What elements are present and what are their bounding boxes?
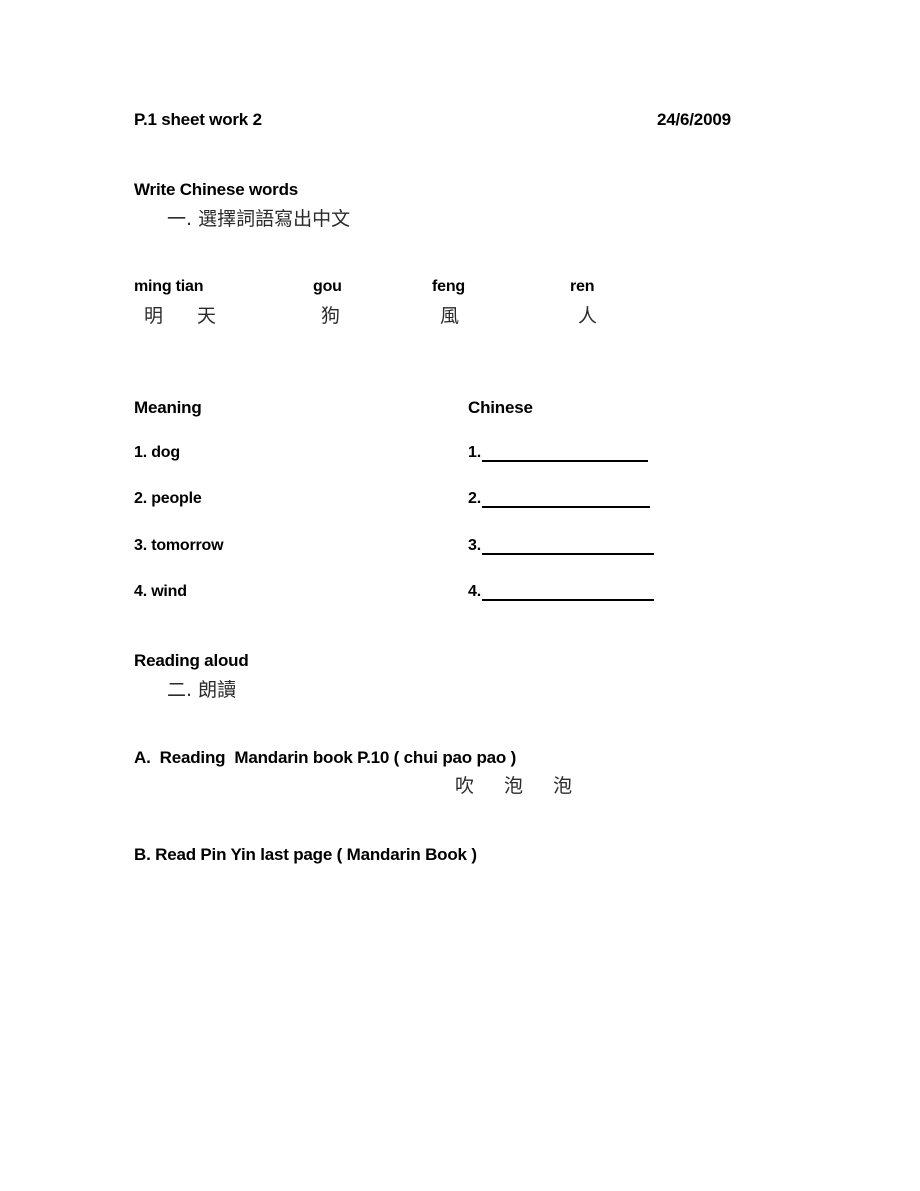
task-b-label: B. Read Pin Yin last page ( Mandarin Boo…	[134, 845, 477, 864]
vocabulary-pinyin: ren	[570, 278, 595, 295]
answer-number: 1.	[468, 444, 481, 461]
vocabulary-item: ming tian 明 天	[134, 278, 230, 328]
meaning-label: 3. tomorrow	[134, 537, 224, 554]
section-1-instruction-chinese: 一. 選擇詞語寫出中文	[167, 208, 351, 230]
vocabulary-item: ren 人	[570, 278, 597, 328]
vocabulary-pinyin: gou	[313, 278, 342, 295]
page-title: P.1 sheet work 2	[134, 110, 262, 129]
vocabulary-hanzi: 狗	[321, 305, 341, 327]
column-header-chinese: Chinese	[468, 398, 533, 417]
answer-blank[interactable]: 4.	[468, 583, 654, 601]
meaning-label: 4. wind	[134, 583, 187, 600]
write-in-rule[interactable]	[481, 447, 648, 462]
vocabulary-item: gou 狗	[313, 278, 342, 328]
worksheet-page: P.1 sheet work 2 24/6/2009 Write Chinese…	[0, 0, 920, 1191]
vocabulary-hanzi: 風	[440, 305, 460, 327]
section-1-heading: Write Chinese words	[134, 180, 299, 199]
meaning-label: 2. people	[134, 490, 202, 507]
section-2-instruction-chinese: 二. 朗讀	[167, 679, 237, 701]
task-a-label: A. Reading Mandarin book P.10 ( chui pao…	[134, 748, 517, 767]
answer-number: 3.	[468, 537, 481, 554]
meaning-label: 1. dog	[134, 444, 180, 461]
write-in-rule[interactable]	[481, 493, 650, 508]
answer-number: 4.	[468, 583, 481, 600]
vocabulary-hanzi: 人	[578, 305, 598, 327]
answer-blank[interactable]: 2.	[468, 490, 650, 508]
answer-number: 2.	[468, 490, 481, 507]
vocabulary-item: feng 風	[432, 278, 465, 328]
vocabulary-hanzi: 明 天	[144, 305, 231, 327]
section-2-heading: Reading aloud	[134, 651, 249, 670]
vocabulary-pinyin: ming tian	[134, 278, 204, 295]
answer-blank[interactable]: 3.	[468, 537, 654, 555]
vocabulary-pinyin: feng	[432, 278, 465, 295]
write-in-rule[interactable]	[481, 540, 654, 555]
worksheet-date: 24/6/2009	[657, 110, 731, 129]
column-header-meaning: Meaning	[134, 398, 202, 417]
answer-blank[interactable]: 1.	[468, 444, 648, 462]
write-in-rule[interactable]	[481, 586, 654, 601]
task-a-hanzi: 吹 泡 泡	[455, 775, 585, 797]
